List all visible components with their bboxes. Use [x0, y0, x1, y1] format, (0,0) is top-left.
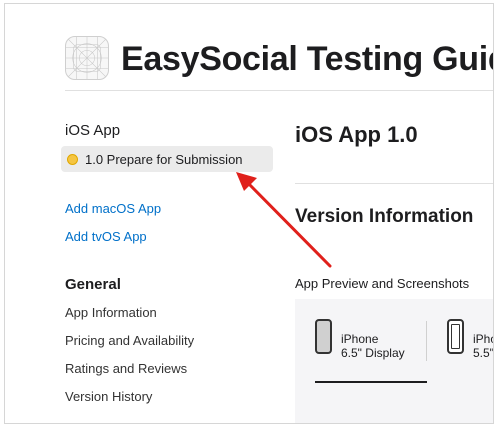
- main-divider: [295, 183, 493, 184]
- device-tabs-panel: iPhone 6.5" Display iPhone 5.5" Display: [295, 299, 494, 423]
- iphone-outline-icon: [447, 319, 464, 354]
- header-divider: [65, 90, 493, 91]
- section-title-version-information: Version Information: [295, 206, 474, 227]
- app-title: EasySocial Testing Guide: [121, 40, 494, 78]
- device-tab-line1: iPhone: [341, 332, 379, 346]
- device-tab-label: iPhone 5.5" Display: [473, 319, 494, 360]
- sidebar-item-app-information[interactable]: App Information: [65, 305, 157, 320]
- app-icon-placeholder: [65, 36, 109, 80]
- tab-iphone-6-5-display[interactable]: iPhone 6.5" Display: [315, 319, 405, 360]
- preview-section-label: App Preview and Screenshots: [295, 276, 470, 291]
- window-frame: EasySocial Testing Guide iOS App 1.0 Pre…: [4, 3, 494, 424]
- device-tab-line2: 6.5" Display: [341, 346, 405, 360]
- add-macos-app-link[interactable]: Add macOS App: [65, 201, 161, 216]
- sidebar-item-ratings-reviews[interactable]: Ratings and Reviews: [65, 361, 187, 376]
- sidebar-heading-general: General: [65, 276, 121, 293]
- app-icon-grid-icon: [66, 37, 108, 79]
- status-dot-icon: [67, 153, 78, 165]
- version-item-label: 1.0 Prepare for Submission: [85, 151, 243, 167]
- device-tab-line1: iPhone: [473, 332, 493, 346]
- iphone-filled-icon: [315, 319, 332, 354]
- sidebar-item-version-history[interactable]: Version History: [65, 389, 152, 404]
- sidebar-item-pricing-availability[interactable]: Pricing and Availability: [65, 333, 194, 348]
- tab-divider: [426, 321, 427, 361]
- sidebar-heading-ios-app: iOS App: [65, 122, 121, 139]
- tab-iphone-5-5-display[interactable]: iPhone 5.5" Display: [447, 319, 494, 360]
- add-tvos-app-link[interactable]: Add tvOS App: [65, 229, 147, 244]
- selected-tab-underline: [315, 381, 427, 383]
- device-tab-line2: 5.5" Display: [473, 346, 494, 360]
- device-tab-label: iPhone 6.5" Display: [341, 319, 405, 360]
- sidebar-version-item[interactable]: 1.0 Prepare for Submission: [61, 146, 273, 172]
- page-title: iOS App 1.0: [295, 122, 418, 147]
